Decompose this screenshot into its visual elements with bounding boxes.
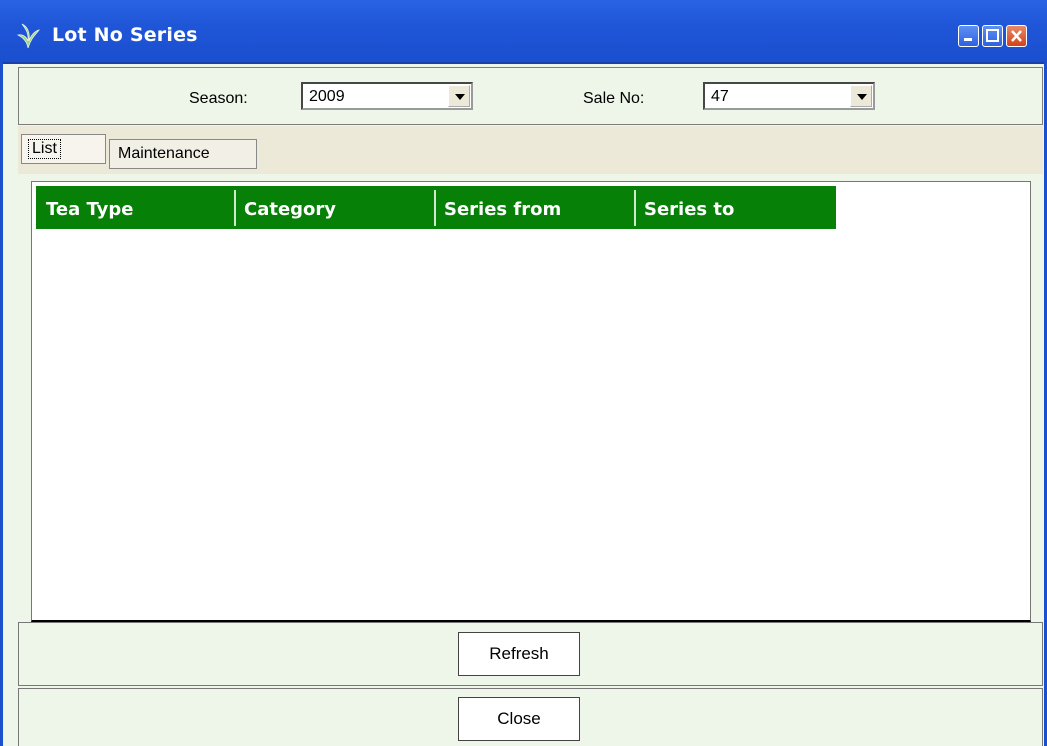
column-header-tea-type[interactable]: Tea Type [36, 186, 234, 229]
minimize-icon [964, 38, 972, 41]
tab-maintenance-label: Maintenance [118, 145, 210, 162]
column-label: Series from [444, 199, 562, 220]
close-button-label: Close [497, 709, 541, 728]
refresh-bar: Refresh [18, 622, 1043, 686]
column-label: Series to [644, 199, 735, 220]
tab-strip: List Maintenance [18, 126, 1043, 174]
season-label: Season: [189, 90, 248, 107]
column-label: Category [244, 199, 337, 220]
close-bar: Close [18, 688, 1043, 746]
refresh-button-label: Refresh [489, 644, 549, 663]
season-combo[interactable]: 2009 [301, 82, 473, 110]
tab-list-label: List [28, 139, 61, 159]
column-header-series-to[interactable]: Series to [634, 186, 836, 229]
maximize-button[interactable] [982, 25, 1003, 47]
season-value: 2009 [309, 88, 345, 105]
sale-no-combo[interactable]: 47 [703, 82, 875, 110]
sale-no-label: Sale No: [583, 90, 645, 107]
maximize-icon [986, 29, 999, 42]
window-title: Lot No Series [52, 24, 198, 46]
close-icon [1011, 30, 1022, 42]
column-header-series-from[interactable]: Series from [434, 186, 634, 229]
chevron-down-icon[interactable] [448, 85, 470, 107]
tab-maintenance[interactable]: Maintenance [109, 139, 257, 169]
tea-leaf-icon [16, 23, 40, 49]
column-header-category[interactable]: Category [234, 186, 434, 229]
grid-header: Tea Type Category Series from Series to [36, 186, 836, 229]
tab-list[interactable]: List [21, 134, 106, 164]
close-window-button[interactable] [1006, 25, 1027, 47]
chevron-down-icon[interactable] [850, 85, 872, 107]
title-bar[interactable]: Lot No Series [0, 0, 1047, 64]
close-button[interactable]: Close [458, 697, 580, 741]
column-label: Tea Type [46, 199, 134, 220]
minimize-button[interactable] [958, 25, 979, 47]
lot-series-list[interactable]: Tea Type Category Series from Series to [31, 181, 1031, 622]
sale-no-value: 47 [711, 88, 729, 105]
refresh-button[interactable]: Refresh [458, 632, 580, 676]
filter-bar: Season: 2009 Sale No: 47 [18, 67, 1043, 125]
